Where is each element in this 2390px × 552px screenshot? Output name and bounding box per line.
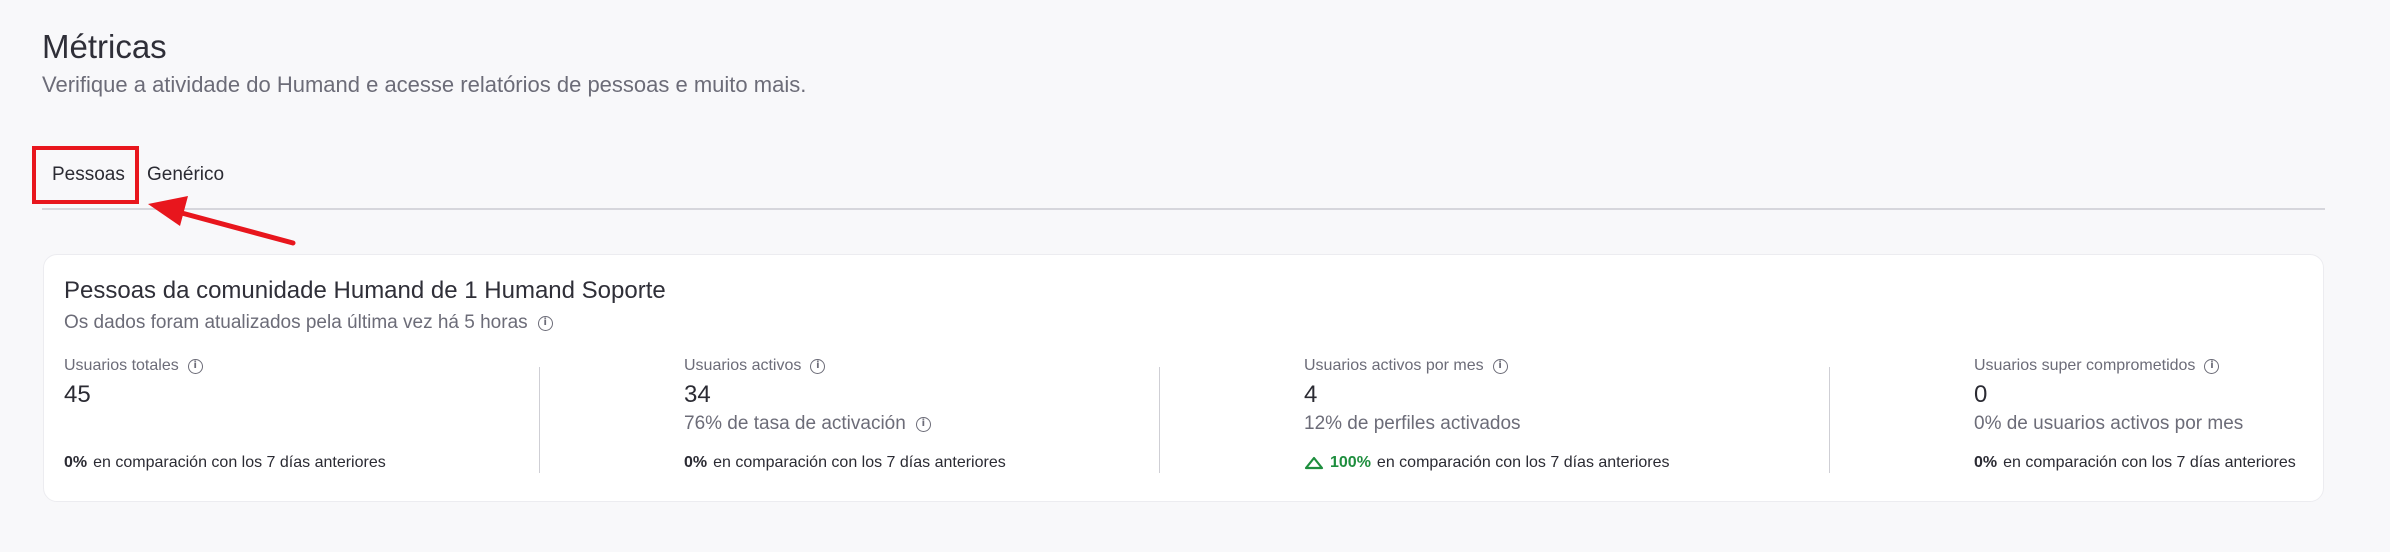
comparison-text: en comparación con los 7 días anteriores <box>93 454 386 471</box>
info-icon[interactable]: i <box>537 315 553 331</box>
metric-value: 34 <box>684 381 711 408</box>
metric-value: 4 <box>1304 381 1318 408</box>
metric-divider <box>539 367 540 473</box>
metric-label: Usuarios totales i <box>64 357 203 375</box>
metric-label-text: Usuarios activos por mes <box>1304 357 1484 374</box>
comparison-percent: 0% <box>64 454 88 471</box>
metric-label-text: Usuarios totales <box>64 357 179 374</box>
metric-extra-text: 76% de tasa de activación <box>684 413 906 434</box>
metric-extra-text: 12% de perfiles activados <box>1304 413 1521 434</box>
updated-text: Os dados foram atualizados pela última v… <box>64 312 528 333</box>
info-icon[interactable]: i <box>810 358 826 374</box>
metric-divider <box>1159 367 1160 473</box>
info-icon[interactable]: i <box>2204 358 2220 374</box>
metric-divider <box>1829 367 1830 473</box>
metric-comparison: 0% en comparación con los 7 días anterio… <box>64 454 386 472</box>
metric-extra: 76% de tasa de activación i <box>684 413 931 435</box>
comparison-text: en comparación con los 7 días anteriores <box>1376 454 1670 471</box>
metric-label: Usuarios activos i <box>684 357 826 375</box>
metric-extra: 12% de perfiles activados <box>1304 413 1521 435</box>
metric-label-text: Usuarios super comprometidos <box>1974 357 2196 374</box>
comparison-text: en comparación con los 7 días anteriores <box>2003 454 2296 471</box>
info-icon[interactable]: i <box>1492 358 1508 374</box>
metric-label: Usuarios super comprometidos i <box>1974 357 2220 375</box>
metric-extra: 0% de usuarios activos por mes <box>1974 413 2243 435</box>
metric-comparison: 0% en comparación con los 7 días anterio… <box>684 454 1006 472</box>
comparison-percent: 0% <box>684 454 708 471</box>
metric-value: 0 <box>1974 381 1988 408</box>
metric-extra-text: 0% de usuarios activos por mes <box>1974 413 2244 434</box>
trend-up-icon <box>1304 456 1324 470</box>
metric-label-text: Usuarios activos <box>684 357 802 374</box>
metric-comparison: 0% en comparación con los 7 días anterio… <box>1974 454 2296 472</box>
comparison-percent: 0% <box>1974 454 1998 471</box>
comparison-text: en comparación con los 7 días anteriores <box>713 454 1006 471</box>
comparison-percent: 100% <box>1330 454 1371 471</box>
metric-label: Usuarios activos por mes i <box>1304 357 1508 375</box>
metric-value: 45 <box>64 381 91 408</box>
metrics-page: Métricas Verifique a atividade do Humand… <box>0 0 2390 552</box>
card-updated-info: Os dados foram atualizados pela última v… <box>64 312 553 334</box>
metric-comparison: 100% en comparación con los 7 días anter… <box>1304 454 1670 472</box>
info-icon[interactable]: i <box>915 416 931 432</box>
info-icon[interactable]: i <box>187 358 203 374</box>
card-title: Pessoas da comunidade Humand de 1 Humand… <box>64 277 666 304</box>
people-metrics-card: Pessoas da comunidade Humand de 1 Humand… <box>43 254 2324 502</box>
